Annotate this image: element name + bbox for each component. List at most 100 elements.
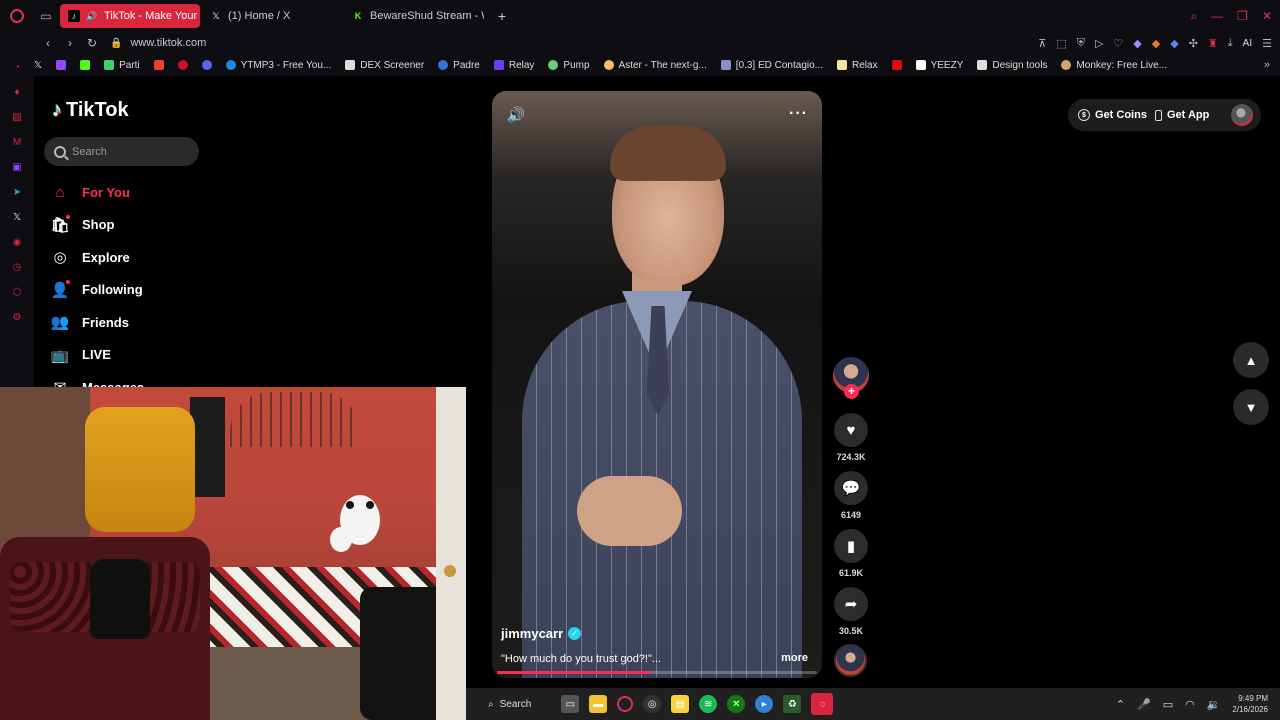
share-button[interactable]: ➦ <box>834 587 868 621</box>
settings-icon[interactable]: ⚙ <box>10 310 24 324</box>
tab-x-home[interactable]: 𝕏 (1) Home / X <box>202 4 342 28</box>
bookmark-padre[interactable]: Padre <box>438 60 480 71</box>
nav-live[interactable]: 📺 LIVE <box>50 339 230 372</box>
tab-manager-icon[interactable]: ▭ <box>34 0 58 32</box>
next-video-button[interactable]: ▼ <box>1233 389 1269 425</box>
close-window-button[interactable]: ✕ <box>1262 9 1272 23</box>
follow-plus-button[interactable]: + <box>844 384 859 399</box>
bookmark-yeezy[interactable]: YEEZY <box>915 60 963 71</box>
maximize-button[interactable]: ❐ <box>1237 9 1248 23</box>
x-sidebar-icon[interactable]: 𝕏 <box>10 210 24 224</box>
wifi-icon[interactable]: ◠ <box>1185 698 1195 711</box>
download-icon[interactable]: ⤓ <box>1228 37 1233 50</box>
bookmark-kick[interactable] <box>80 60 91 70</box>
music-disc[interactable] <box>834 644 867 677</box>
taskbar-search[interactable]: ⌕ Search <box>488 699 531 710</box>
opera-taskbar-icon[interactable] <box>617 696 634 712</box>
bookmark-ed-contagion[interactable]: [0.3] ED Contagio... <box>720 60 823 71</box>
history-icon[interactable]: ◷ <box>10 260 24 274</box>
url-field[interactable]: 🔒 www.tiktok.com <box>110 37 206 49</box>
wallet-icon[interactable]: ♜ <box>1208 37 1218 50</box>
bookmark-monkey[interactable]: Monkey: Free Live... <box>1061 60 1167 71</box>
comment-button[interactable]: 💬 <box>834 471 868 505</box>
minimize-button[interactable]: — <box>1211 9 1223 23</box>
bookmark-aster[interactable]: Aster - The next-g... <box>603 60 707 71</box>
volume-tray-icon[interactable]: 🔉 <box>1207 698 1221 711</box>
nav-for-you[interactable]: ⌂ For You <box>50 176 230 209</box>
bookmark-design-tools[interactable]: Design tools <box>977 60 1047 71</box>
shield-icon[interactable]: ⛨ <box>1077 37 1085 50</box>
bookmark-x[interactable]: 𝕏 <box>34 60 42 71</box>
profile-avatar[interactable] <box>1231 104 1253 126</box>
nav-explore[interactable]: ◎ Explore <box>50 241 230 274</box>
phantom-extension-icon[interactable]: ◆ <box>1133 37 1141 50</box>
creator-avatar[interactable]: + <box>833 357 869 399</box>
search-tabs-icon[interactable]: ⌕ <box>1190 9 1197 24</box>
more-options-icon[interactable]: ··· <box>789 105 808 123</box>
file-explorer-icon[interactable]: ▬ <box>589 695 608 713</box>
audio-playing-icon[interactable]: 🔊 <box>86 10 98 22</box>
xbox-icon[interactable]: ✕ <box>727 695 746 713</box>
messenger-icon[interactable]: M <box>10 135 24 149</box>
extensions-icon[interactable]: ✣ <box>1189 37 1198 50</box>
network-icon[interactable]: ▭ <box>1163 698 1173 711</box>
translate-extension-icon[interactable]: ◆ <box>1170 37 1178 50</box>
bookmark-relay[interactable]: Relay <box>493 60 534 71</box>
fox-extension-icon[interactable]: ◆ <box>1152 37 1160 50</box>
previous-video-button[interactable]: ▲ <box>1233 342 1269 378</box>
bookmark-relax[interactable]: Relax <box>837 60 878 71</box>
play-icon[interactable]: ▷ <box>1095 37 1103 50</box>
task-view-icon[interactable]: ▭ <box>561 695 580 713</box>
ai-button[interactable]: AI <box>1243 38 1252 49</box>
snapshot-icon[interactable]: ⬚ <box>1056 37 1066 50</box>
reload-button[interactable]: ↻ <box>82 36 102 50</box>
opera-gx-icon[interactable]: ◌ <box>811 693 834 715</box>
crypto-wallet-icon[interactable]: ▨ <box>10 110 24 124</box>
menu-icon[interactable]: ☰ <box>1262 37 1272 50</box>
recycle-icon[interactable]: ♻ <box>783 695 802 713</box>
new-tab-button[interactable]: + <box>492 8 512 24</box>
bookmark-dex-screener[interactable]: DEX Screener <box>345 60 424 71</box>
telegram-icon[interactable]: ➤ <box>10 185 24 199</box>
pin-icon[interactable]: ⊼ <box>1038 37 1046 50</box>
search-field[interactable] <box>44 137 199 166</box>
caption-more-link[interactable]: more <box>781 652 808 664</box>
back-button[interactable]: ‹ <box>38 36 58 50</box>
bookmark-tix[interactable] <box>177 60 188 70</box>
spotify-icon[interactable]: ≋ <box>699 695 718 713</box>
nav-friends[interactable]: 👥 Friends <box>50 306 230 339</box>
like-button[interactable]: ♥ <box>834 413 868 447</box>
volume-icon[interactable]: 🔊 <box>506 105 526 125</box>
extensions-sidebar-icon[interactable]: ⬡ <box>10 285 24 299</box>
bookmark-parti[interactable]: Parti <box>104 60 140 71</box>
heart-icon[interactable]: ♡ <box>1113 37 1123 50</box>
bookmark-ytmp3[interactable]: YTMP3 - Free You... <box>225 60 331 71</box>
bookmark-gmail[interactable] <box>153 60 164 70</box>
bookmark-twitch[interactable] <box>56 60 67 70</box>
bookmark-discord[interactable] <box>201 60 212 70</box>
player-icon[interactable]: ◉ <box>10 235 24 249</box>
get-app-button[interactable]: Get App <box>1154 109 1209 121</box>
twitch-sidebar-icon[interactable]: ▣ <box>10 160 24 174</box>
speed-dial-icon[interactable]: ◔ <box>10 60 24 74</box>
nav-shop[interactable]: 🛍 Shop <box>50 209 230 242</box>
tiktok-logo[interactable]: ♪ TikTok <box>52 99 129 122</box>
forward-button[interactable]: › <box>60 36 80 50</box>
video-progress-bar[interactable] <box>497 671 817 674</box>
opera-menu-button[interactable] <box>0 0 34 32</box>
nav-following[interactable]: 👤 Following <box>50 274 230 307</box>
video-author[interactable]: jimmycarr ✓ <box>501 626 582 641</box>
get-coins-button[interactable]: $ Get Coins <box>1078 109 1147 121</box>
bookmark-pump[interactable]: Pump <box>548 60 590 71</box>
tray-overflow-icon[interactable]: ⌃ <box>1116 698 1125 711</box>
sticky-notes-icon[interactable]: ▤ <box>671 695 690 713</box>
bookmarks-overflow-icon[interactable]: » <box>1264 54 1270 76</box>
microphone-icon[interactable]: 🎤 <box>1137 698 1151 711</box>
clock[interactable]: 9:49 PM 2/16/2026 <box>1232 693 1268 715</box>
video-player[interactable]: 🔊 ··· jimmycarr ✓ "How much do you trust… <box>492 91 822 678</box>
app-icon[interactable]: ▸ <box>755 695 774 713</box>
bookmark-netflix[interactable] <box>891 60 902 70</box>
search-input[interactable] <box>72 145 182 158</box>
save-button[interactable]: ▮ <box>834 529 868 563</box>
aria-icon[interactable]: ♦ <box>10 85 24 99</box>
